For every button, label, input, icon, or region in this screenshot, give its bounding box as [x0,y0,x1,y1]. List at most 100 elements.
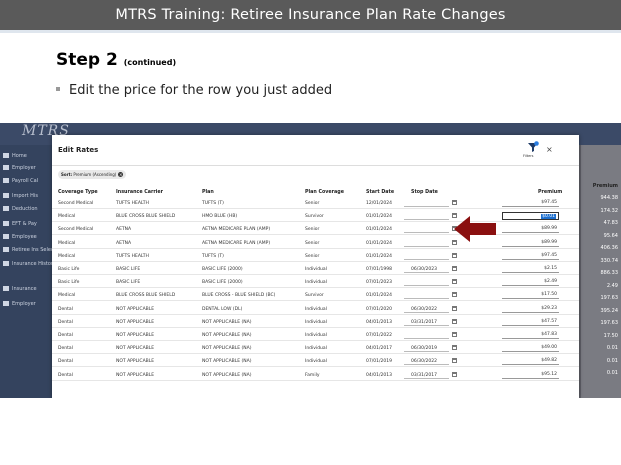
cell-plan: TUFTS (T) [202,253,224,259]
cell-coverage: Second Medical [58,201,94,206]
sidebar-item[interactable]: Employer [3,301,36,307]
premium-input[interactable]: $29.23 [502,305,559,313]
background-premium-value: 0.01 [606,345,618,351]
remove-sort-icon[interactable]: × [118,171,124,177]
column-header[interactable]: Coverage Type [58,190,98,195]
premium-input[interactable]: $97.45 [502,252,559,260]
close-icon[interactable]: × [546,145,553,154]
sidebar-item[interactable]: Import His [3,193,38,199]
sidebar-item[interactable]: Deduction [3,206,38,212]
calendar-icon[interactable] [452,266,457,271]
bullet-icon [56,86,60,91]
calendar-icon[interactable] [452,332,457,337]
calendar-icon[interactable] [452,305,457,311]
instruction-text: Edit the price for the row you just adde… [69,83,333,98]
cell-carrier: AETNA [116,240,132,246]
cell-start: 07/01/2022 [366,333,392,338]
cell-plan-cov: Individual [305,319,327,325]
table-row[interactable]: Medical TUFTS HEALTH TUFTS (T) Senior 01/01/… [52,251,579,262]
cell-carrier: BASIC LIFE [116,267,141,272]
sort-chip[interactable]: Sort: Premium (Ascending) × [58,170,127,179]
sidebar-item[interactable]: Home [3,153,27,159]
calendar-icon[interactable] [452,358,457,364]
premium-input[interactable]: $2.15 [502,265,559,273]
sidebar-item[interactable]: EFT & Pay [3,221,37,227]
sort-chip-value: Premium (Ascending) [73,172,117,177]
cell-coverage: Medical [58,240,76,246]
table-row[interactable]: Dental NOT APPLICABLE NOT APPLICABLE (NA) I… [52,356,579,368]
background-premium-value: 174.32 [600,207,619,214]
table-row[interactable]: Medical BLUE CROSS BLUE SHIELD BLUE CROSS … [52,290,579,302]
filters-label[interactable]: Filters [523,154,534,158]
pointer-arrow [454,216,496,242]
premium-input[interactable]: $47.57 [502,318,559,326]
table-row[interactable]: Dental NOT APPLICABLE NOT APPLICABLE (NA) F… [52,370,579,381]
premium-input[interactable]: $89.99 [502,239,559,247]
calendar-icon[interactable] [452,279,457,285]
cell-carrier: NOT APPLICABLE [116,306,155,312]
calendar-icon[interactable] [452,345,457,351]
sidebar-item-icon [3,221,9,226]
cell-coverage: Dental [58,372,73,378]
premium-input[interactable]: $95.12 [502,371,559,379]
column-header[interactable]: Start Date [366,190,394,195]
premium-input[interactable]: $2.49 [502,278,559,287]
background-premium-value: 395.24 [600,307,619,314]
table-row[interactable]: Basic Life BASIC LIFE BASIC LIFE (2000) Ind… [52,264,579,275]
table-row[interactable]: Dental NOT APPLICABLE NOT APPLICABLE (NA) I… [52,343,579,355]
sidebar-item[interactable]: Employee [3,234,37,240]
table-row[interactable]: Medical BLUE CROSS BLUE SHIELD HMO BLUE (H… [52,211,579,223]
table-row[interactable]: Dental NOT APPLICABLE NOT APPLICABLE (NA) I… [52,330,579,341]
premium-input[interactable]: $47.83 [502,331,559,339]
edit-rates-dialog: Edit Rates Filters × Sort: Premium (Asce… [52,135,579,398]
calendar-icon[interactable] [452,371,457,377]
premium-input[interactable]: $0.01 [502,212,559,221]
calendar-icon[interactable] [452,200,457,205]
cell-coverage: Medical [58,253,76,259]
sidebar-item-icon [3,234,9,239]
table-row[interactable]: Medical AETNA AETNA MEDICARE PLAN (AMP) Sen… [52,238,579,249]
cell-carrier: TUFTS HEALTH [116,253,149,259]
sidebar-item[interactable]: Insurance History [3,261,56,267]
sidebar-item[interactable]: Employer [3,165,36,171]
sidebar-item[interactable]: Payroll Cal [3,178,38,184]
cell-plan: NOT APPLICABLE (NA) [202,346,252,352]
filter-icon[interactable] [527,141,539,153]
premium-input[interactable]: $49.00 [502,344,559,353]
background-premium-value: 2.49 [606,282,618,289]
premium-input[interactable]: $89.99 [502,225,559,234]
table-row[interactable]: Second Medical AETNA AETNA MEDICARE PLAN (… [52,224,579,236]
table-row[interactable]: Dental NOT APPLICABLE DENTAL LOW (DL) Indiv… [52,304,579,315]
cell-start: 07/01/2020 [366,306,392,312]
sidebar-item[interactable]: Insurance [3,286,37,292]
table-row[interactable]: Dental NOT APPLICABLE NOT APPLICABLE (NA) I… [52,317,579,328]
background-premium-value: 47.83 [603,220,618,226]
column-header[interactable]: Insurance Carrier [116,190,163,195]
title-divider [0,30,621,33]
column-header[interactable]: Stop Date [411,190,438,195]
column-header[interactable]: Plan [202,190,214,195]
sidebar-item-label: Employer [12,301,36,307]
background-premium-value: 17.50 [603,332,618,339]
stop-date-underline [404,364,449,366]
premium-input[interactable]: $49.82 [502,357,559,366]
stop-date-underline [404,324,449,326]
cell-start: 01/01/2024 [366,240,392,246]
table-row[interactable]: Second Medical TUFTS HEALTH TUFTS (T) Senio… [52,198,579,209]
sidebar-item-icon [3,261,9,266]
column-header[interactable]: Plan Coverage [305,190,344,195]
calendar-icon[interactable] [452,292,457,298]
sidebar-item-icon [3,286,9,291]
premium-input[interactable]: $97.45 [502,199,559,207]
slide-title: MTRS Training: Retiree Insurance Plan Ra… [0,0,621,30]
premium-input[interactable]: $17.50 [502,291,559,300]
stop-date-underline [404,258,449,260]
calendar-icon[interactable] [452,318,457,324]
cell-coverage: Dental [58,359,73,365]
sidebar-item-label: Insurance History [12,261,56,267]
sidebar-item-label: Home [12,153,27,159]
calendar-icon[interactable] [452,252,457,258]
cell-plan: HMO BLUE (HB) [202,214,238,220]
column-header[interactable]: Premium [538,190,562,195]
table-row[interactable]: Basic Life BASIC LIFE BASIC LIFE (2000) Ind… [52,277,579,289]
